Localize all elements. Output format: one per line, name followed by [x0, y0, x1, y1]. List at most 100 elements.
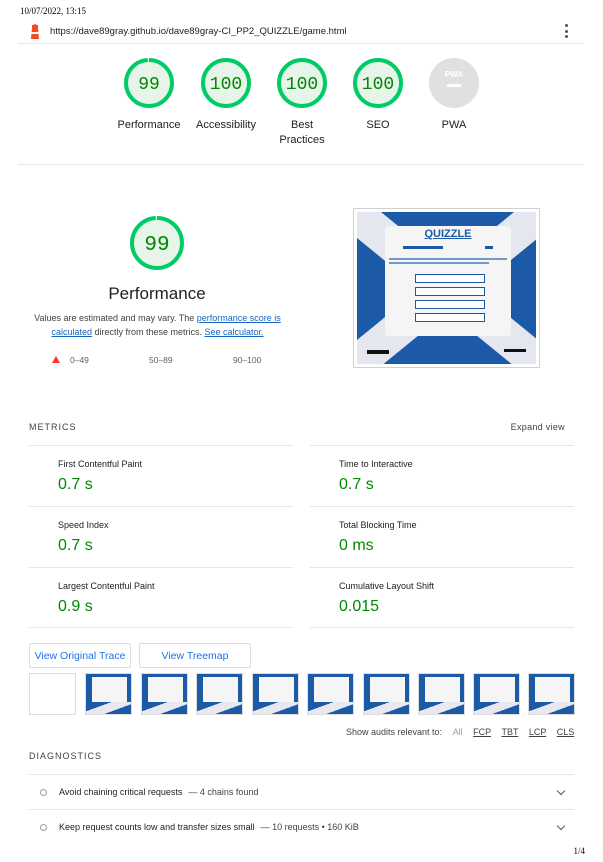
print-date: 10/07/2022, 13:15 — [20, 6, 87, 16]
gauge-accessibility[interactable]: 100 Accessibility — [184, 56, 268, 133]
gauge-seo[interactable]: 100 SEO — [336, 56, 420, 133]
metric-label: First Contentful Paint — [58, 459, 143, 469]
metric-value: 0.7 s — [58, 537, 93, 554]
audit-request-counts[interactable]: Keep request counts low and transfer siz… — [29, 809, 574, 844]
gauge-ring: 99 — [124, 58, 174, 108]
quiz-card: QUIZZLE — [385, 226, 511, 336]
view-treemap-button[interactable]: View Treemap — [139, 643, 251, 668]
gauge-label: Accessibility — [196, 119, 256, 131]
filmstrip-frame — [473, 673, 520, 715]
metric-fcp: First Contentful Paint 0.7 s — [58, 459, 142, 494]
svg-text:PWA: PWA — [445, 70, 463, 79]
gauge-performance[interactable]: 99 Performance — [107, 56, 191, 133]
url-bar: https://dave89gray.github.io/dave89gray-… — [18, 20, 584, 44]
filter-tbt[interactable]: TBT — [501, 727, 518, 737]
metric-value: 0.7 s — [339, 476, 374, 493]
metric-lcp: Largest Contentful Paint 0.9 s — [58, 581, 155, 616]
final-screenshot: QUIZZLE — [353, 208, 540, 368]
legend-pass: 90–100 — [233, 355, 262, 365]
fail-triangle-icon — [52, 356, 60, 363]
info-circle-icon — [40, 823, 47, 831]
filmstrip-frame — [29, 673, 76, 715]
filmstrip-frame — [307, 673, 354, 715]
gauge-best-practices[interactable]: 100 Best Practices — [260, 56, 344, 148]
filmstrip-frame — [418, 673, 465, 715]
filter-fcp[interactable]: FCP — [473, 727, 491, 737]
filmstrip-frame — [85, 673, 132, 715]
audit-filter: Show audits relevant to: All FCP TBT LCP… — [346, 727, 574, 737]
category-gauges: 99 Performance 100 Accessibility 100 Bes… — [0, 56, 603, 156]
diagnostics-heading: DIAGNOSTICS — [29, 751, 103, 761]
divider — [29, 445, 293, 446]
performance-description: Values are estimated and may vary. The p… — [30, 311, 285, 339]
svg-text:100: 100 — [210, 75, 242, 95]
pwa-badge-icon: PWA — [429, 58, 479, 108]
page-url[interactable]: https://dave89gray.github.io/dave89gray-… — [50, 26, 347, 37]
view-original-trace-button[interactable]: View Original Trace — [29, 643, 131, 668]
chevron-down-icon[interactable] — [556, 786, 566, 796]
divider — [29, 627, 293, 628]
gauge-pwa[interactable]: PWA PWA — [412, 56, 496, 133]
see-calculator-link[interactable]: See calculator. — [205, 327, 264, 337]
metric-tbt: Total Blocking Time 0 ms — [339, 520, 417, 555]
filmstrip-frame — [252, 673, 299, 715]
info-circle-icon — [40, 788, 47, 796]
gauge-label: SEO — [366, 119, 390, 131]
filmstrip-frame — [196, 673, 243, 715]
divider — [310, 567, 574, 568]
svg-text:99: 99 — [144, 234, 169, 257]
gauge-ring: 100 — [201, 58, 251, 108]
svg-text:100: 100 — [362, 75, 394, 95]
metric-tti: Time to Interactive 0.7 s — [339, 459, 413, 494]
gauge-ring: 100 — [277, 58, 327, 108]
divider — [29, 506, 293, 507]
metric-value: 0.015 — [339, 598, 380, 615]
svg-text:99: 99 — [138, 75, 160, 95]
audit-title: Keep request counts low and transfer siz… — [59, 822, 255, 832]
metric-speed-index: Speed Index 0.7 s — [58, 520, 109, 555]
metrics-heading: METRICS — [29, 422, 77, 432]
metric-label: Time to Interactive — [339, 459, 413, 469]
chevron-down-icon[interactable] — [556, 821, 566, 831]
desc-text: Values are estimated and may vary. The — [34, 313, 197, 323]
metric-label: Largest Contentful Paint — [58, 581, 155, 591]
metric-value: 0 ms — [339, 537, 374, 554]
metric-label: Total Blocking Time — [339, 520, 417, 530]
filmstrip-frame — [363, 673, 410, 715]
print-page-number: 1/4 — [573, 846, 585, 856]
audit-title: Avoid chaining critical requests — [59, 787, 183, 797]
legend-fail: 0–49 — [52, 355, 89, 365]
filmstrip-frame — [141, 673, 188, 715]
metric-value: 0.9 s — [58, 598, 93, 615]
metric-label: Speed Index — [58, 520, 109, 530]
lighthouse-icon — [28, 23, 42, 40]
more-menu-icon[interactable] — [564, 24, 568, 38]
performance-title: Performance — [108, 284, 206, 303]
filter-cls[interactable]: CLS — [557, 727, 575, 737]
filter-prefix: Show audits relevant to: — [346, 727, 443, 737]
gauge-label: Performance — [117, 119, 181, 131]
divider — [29, 567, 293, 568]
performance-gauge-large: 99 — [128, 214, 186, 277]
audit-detail: — 4 chains found — [188, 787, 259, 797]
gauge-label: PWA — [441, 119, 467, 131]
filmstrip-frame — [528, 673, 575, 715]
metric-value: 0.7 s — [58, 476, 93, 493]
audit-critical-requests[interactable]: Avoid chaining critical requests — 4 cha… — [29, 774, 574, 809]
divider — [18, 164, 584, 165]
svg-text:100: 100 — [286, 75, 318, 95]
gauge-ring: 100 — [353, 58, 403, 108]
metric-label: Cumulative Layout Shift — [339, 581, 435, 591]
divider — [310, 445, 574, 446]
audit-detail: — 10 requests • 160 KiB — [260, 822, 359, 832]
filter-lcp[interactable]: LCP — [529, 727, 546, 737]
desc-text: directly from these metrics. — [91, 327, 205, 337]
legend-average: 50–89 — [149, 355, 173, 365]
gauge-label: Best Practices — [279, 119, 325, 146]
quizzle-title: QUIZZLE — [424, 228, 472, 240]
filter-all[interactable]: All — [453, 727, 463, 737]
divider — [310, 506, 574, 507]
metric-cls: Cumulative Layout Shift 0.015 — [339, 581, 434, 616]
divider — [310, 627, 574, 628]
expand-view-toggle[interactable]: Expand view — [511, 422, 565, 432]
